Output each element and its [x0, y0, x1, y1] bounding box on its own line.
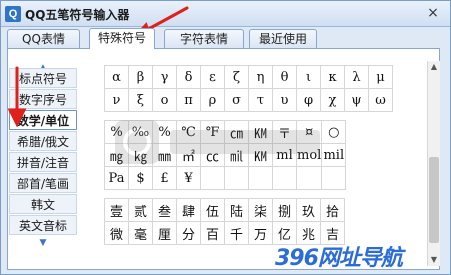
numeral-cell[interactable]: 伍 — [200, 198, 225, 222]
numeral-row: 壹贰叁肆伍陆柒捌玖拾 — [104, 198, 345, 222]
sidebar-item-pinyin[interactable]: 拼音/注音 — [9, 152, 77, 172]
greek-cell[interactable]: ξ — [128, 88, 153, 112]
vertical-scrollbar[interactable]: ▲ ▼ — [427, 61, 440, 266]
greek-cell[interactable]: η — [248, 65, 273, 89]
numeral-cell[interactable]: 百 — [200, 221, 225, 245]
numeral-cell[interactable]: 拾 — [320, 198, 345, 222]
numeral-cell[interactable]: 捌 — [272, 198, 297, 222]
numeral-cell[interactable]: 厘 — [152, 221, 177, 245]
numeral-cell[interactable]: 毫 — [128, 221, 153, 245]
greek-row: αβγδεζηθικλμ — [104, 65, 393, 89]
numeral-cell[interactable]: 叁 — [152, 198, 177, 222]
numeral-cell[interactable]: 玖 — [296, 198, 321, 222]
greek-cell[interactable]: κ — [320, 65, 345, 89]
sidebar-item-korean[interactable]: 韩文 — [9, 194, 77, 214]
numeral-symbol-grid: 壹贰叁肆伍陆柒捌玖拾微毫厘分百千万亿兆吉 — [104, 198, 345, 245]
tab-recent[interactable]: 最近使用 — [249, 29, 317, 48]
tab-qq-emoji[interactable]: QQ表情 — [7, 29, 80, 48]
sidebar-item-greek-russian[interactable]: 希腊/俄文 — [9, 131, 77, 151]
greek-cell[interactable]: τ — [248, 88, 273, 112]
greek-symbol-grid: αβγδεζηθικλμνξοπρστυφχψω — [104, 65, 393, 112]
numeral-cell[interactable]: 贰 — [128, 198, 153, 222]
greek-cell[interactable]: χ — [320, 88, 345, 112]
greek-cell[interactable]: ι — [296, 65, 321, 89]
app-icon: Q — [5, 6, 21, 22]
greek-cell[interactable]: ψ — [344, 88, 369, 112]
greek-cell[interactable]: ζ — [224, 65, 249, 89]
greek-cell[interactable]: θ — [272, 65, 297, 89]
watermark-logo-icon — [115, 120, 320, 164]
greek-cell[interactable]: ε — [200, 65, 225, 89]
greek-cell[interactable]: ρ — [200, 88, 225, 112]
category-sidebar: ▲ 标点符号 数字序号 数学/单位 希腊/俄文 拼音/注音 部首/笔画 韩文 英… — [7, 62, 79, 254]
numeral-cell[interactable]: 千 — [224, 221, 249, 245]
scroll-down-icon[interactable]: ▼ — [428, 254, 440, 266]
close-button[interactable]: × — [424, 4, 442, 22]
greek-cell[interactable]: β — [128, 65, 153, 89]
tab-special-symbols[interactable]: 特殊符号 — [89, 28, 155, 49]
greek-cell[interactable]: δ — [176, 65, 201, 89]
sidebar-item-radicals[interactable]: 部首/笔画 — [9, 173, 77, 193]
numeral-cell[interactable]: 肆 — [176, 198, 201, 222]
sidebar-item-numbers[interactable]: 数字序号 — [9, 89, 77, 109]
greek-cell[interactable]: λ — [344, 65, 369, 89]
sidebar-item-math-units[interactable]: 数学/单位 — [9, 110, 77, 130]
numeral-cell[interactable]: 柒 — [248, 198, 273, 222]
greek-cell[interactable]: α — [104, 65, 129, 89]
greek-cell[interactable]: σ — [224, 88, 249, 112]
title-bar[interactable]: Q QQ五笔符号输入器 × — [1, 1, 450, 27]
greek-cell[interactable]: γ — [152, 65, 177, 89]
greek-cell[interactable]: μ — [368, 65, 393, 89]
greek-cell[interactable]: υ — [272, 88, 297, 112]
sidebar-down-arrow-icon[interactable]: ▼ — [7, 237, 79, 249]
greek-cell[interactable]: ν — [104, 88, 129, 112]
greek-cell[interactable]: ω — [368, 88, 393, 112]
greek-row: νξοπρστυφχψω — [104, 88, 393, 112]
watermark-text: 396网址导航 — [275, 246, 403, 271]
numeral-cell[interactable]: 壹 — [104, 198, 129, 222]
window-title: QQ五笔符号输入器 — [25, 8, 130, 22]
greek-cell[interactable]: ο — [152, 88, 177, 112]
numeral-cell[interactable]: 分 — [176, 221, 201, 245]
sidebar-item-punctuation[interactable]: 标点符号 — [9, 68, 77, 88]
greek-cell[interactable]: φ — [296, 88, 321, 112]
sidebar-item-phonetics[interactable]: 英文音标 — [9, 215, 77, 235]
numeral-cell[interactable]: 陆 — [224, 198, 249, 222]
greek-cell[interactable]: π — [176, 88, 201, 112]
scroll-thumb[interactable] — [429, 157, 439, 243]
numeral-cell[interactable]: 万 — [248, 221, 273, 245]
numeral-cell[interactable]: 微 — [104, 221, 129, 245]
scroll-up-icon[interactable]: ▲ — [428, 61, 440, 73]
tab-char-emoticons[interactable]: 字符表情 — [164, 29, 244, 48]
